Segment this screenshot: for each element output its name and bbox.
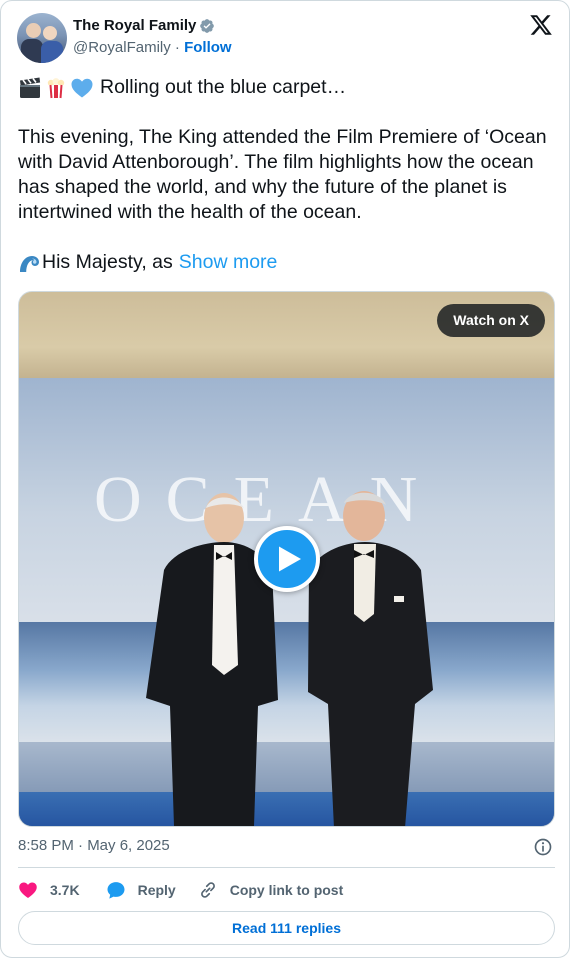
video-player[interactable]: OCEAN Watch on X bbox=[18, 291, 555, 827]
watch-on-x-button[interactable]: Watch on X bbox=[437, 304, 545, 337]
video-wave-image bbox=[19, 622, 554, 742]
verified-badge-icon bbox=[200, 18, 215, 33]
post-header: The Royal Family @RoyalFamily · Follow bbox=[17, 13, 557, 65]
reply-bubble-icon bbox=[107, 882, 125, 899]
author-display-name[interactable]: The Royal Family bbox=[73, 17, 196, 34]
author-handle-row: @RoyalFamily · Follow bbox=[73, 39, 232, 56]
copy-link-button[interactable]: Copy link to post bbox=[198, 880, 344, 900]
reply-label: Reply bbox=[137, 882, 176, 898]
heart-icon bbox=[19, 882, 37, 898]
post-text: Rolling out the blue carpet… This evenin… bbox=[18, 75, 558, 275]
post-first-line-text: Rolling out the blue carpet… bbox=[100, 76, 347, 98]
show-more-link[interactable]: Show more bbox=[179, 250, 278, 275]
post-paragraph: This evening, The King attended the Film… bbox=[18, 126, 547, 223]
play-icon bbox=[279, 546, 301, 572]
info-icon[interactable] bbox=[533, 837, 553, 857]
play-button[interactable] bbox=[254, 526, 320, 592]
avatar[interactable] bbox=[17, 13, 67, 63]
x-logo-icon[interactable] bbox=[529, 13, 553, 37]
blue-heart-icon bbox=[71, 78, 93, 97]
author-handle[interactable]: @RoyalFamily bbox=[73, 39, 171, 56]
blue-carpet bbox=[19, 792, 554, 826]
post-card: The Royal Family @RoyalFamily · Follow R… bbox=[0, 0, 570, 958]
author-name-row: The Royal Family bbox=[73, 17, 215, 34]
popcorn-icon bbox=[47, 77, 65, 98]
clapper-board-icon bbox=[20, 77, 41, 98]
post-last-line: His Majesty, as Show more bbox=[18, 250, 558, 275]
copy-link-label: Copy link to post bbox=[229, 882, 344, 898]
post-first-line: Rolling out the blue carpet… bbox=[18, 75, 558, 100]
post-last-line-text: His Majesty, as bbox=[42, 251, 173, 273]
post-timestamp[interactable]: 8:58 PM · May 6, 2025 bbox=[18, 837, 170, 854]
like-button[interactable]: 3.7K bbox=[18, 880, 80, 900]
separator-dot: · bbox=[170, 39, 185, 56]
reply-button[interactable]: Reply bbox=[106, 880, 176, 900]
like-count: 3.7K bbox=[50, 882, 80, 898]
divider bbox=[18, 867, 555, 868]
person-right-figure bbox=[308, 491, 433, 826]
wave-icon bbox=[20, 255, 39, 272]
link-icon bbox=[200, 882, 215, 898]
video-backdrop bbox=[19, 378, 554, 826]
follow-button[interactable]: Follow bbox=[184, 39, 232, 56]
read-replies-button[interactable]: Read 111 replies bbox=[18, 911, 555, 945]
action-bar: 3.7K Reply Copy link to post bbox=[18, 877, 558, 903]
